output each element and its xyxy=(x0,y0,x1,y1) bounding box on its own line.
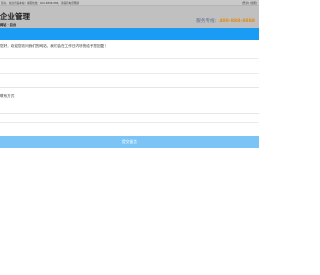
main-nav-bar xyxy=(0,28,259,40)
site-logo-title[interactable]: 企业管理 xyxy=(0,13,30,21)
submit-button[interactable]: 提交留言 xyxy=(0,136,259,148)
welcome-notice: 您好，欢迎光临本站！客服热线：400-8888-888，请保持电话畅通 xyxy=(1,2,80,5)
hotline-number: 400-888-8888 xyxy=(219,19,255,24)
message-panel: 您好，欢迎您访问我们的网站，我们会在工作日内尽快给予您回复！ xyxy=(0,40,259,88)
site-logo-subtitle: 网站 · 后台 xyxy=(0,23,17,27)
divider xyxy=(0,73,259,74)
hotline-label: 服务专线： xyxy=(196,19,220,24)
greeting-text: 您好，欢迎您访问我们的网站，我们会在工作日内尽快给予您回复！ xyxy=(0,44,108,48)
divider xyxy=(0,58,259,59)
contact-input[interactable] xyxy=(0,101,259,114)
login-links[interactable]: [登录] [注册] xyxy=(242,1,257,5)
site-header: 企业管理 网站 · 后台 服务专线：400-888-8888 xyxy=(0,6,259,28)
contact-label: 联系方式 xyxy=(0,94,15,98)
hotline: 服务专线：400-888-8888 xyxy=(196,18,255,24)
divider xyxy=(0,122,259,123)
